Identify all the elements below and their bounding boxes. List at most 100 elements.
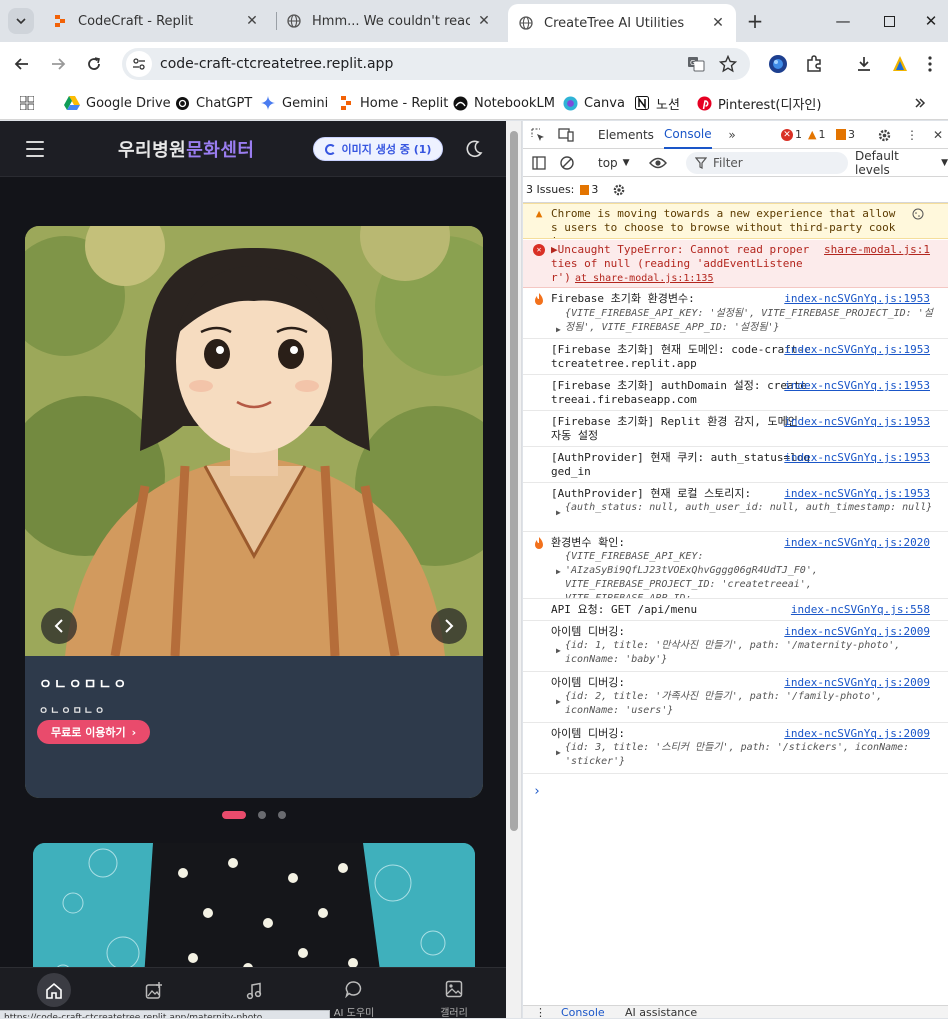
close-icon[interactable]: ✕: [244, 13, 260, 29]
source-link[interactable]: index-ncSVGnYq.js:558: [791, 603, 930, 617]
expand-caret-icon[interactable]: ▶: [556, 323, 561, 337]
bookmarks-overflow-icon[interactable]: [914, 92, 926, 114]
expand-caret-icon[interactable]: ▶: [556, 644, 561, 658]
drawer-tab-console[interactable]: Console: [561, 1006, 605, 1019]
carousel-dot[interactable]: [222, 811, 246, 819]
source-link[interactable]: index-ncSVGnYq.js:1953: [784, 343, 930, 357]
console-prompt[interactable]: ›: [533, 785, 541, 799]
tab-search-button[interactable]: [8, 8, 34, 34]
source-link[interactable]: index-ncSVGnYq.js:2009: [784, 625, 930, 639]
tab-codecraft[interactable]: CodeCraft - Replit ✕: [42, 4, 270, 38]
device-toolbar-icon[interactable]: [557, 126, 575, 144]
forward-button[interactable]: [44, 50, 72, 78]
settings-gear-icon[interactable]: [612, 183, 626, 197]
source-link[interactable]: index-ncSVGnYq.js:1953: [784, 379, 930, 393]
source-link[interactable]: index-ncSVGnYq.js:1953: [784, 415, 930, 429]
source-link[interactable]: index-ncSVGnYq.js:1953: [784, 487, 930, 501]
issues-bar[interactable]: 3 Issues: 3: [523, 177, 948, 203]
log-levels-dropdown[interactable]: Default levels ▼: [855, 149, 948, 177]
maximize-button[interactable]: [876, 8, 902, 34]
expand-caret-icon[interactable]: ▶: [556, 746, 561, 760]
arrow-right-icon: [52, 58, 66, 70]
hero-carousel-slide[interactable]: ㅇㄴㅇㅁㄴㅇ ㅇㄴㅇㅁㄴㅇ 무료로 이용하기 ›: [25, 226, 483, 798]
source-link[interactable]: index-ncSVGnYq.js:1953: [784, 292, 930, 306]
console-filter-input[interactable]: Filter: [686, 152, 848, 174]
source-link[interactable]: share-modal.js:1: [824, 243, 930, 257]
scrollbar-thumb[interactable]: [510, 131, 518, 831]
site-info-icon[interactable]: [126, 51, 152, 77]
extension-avatar-icon[interactable]: [766, 52, 790, 76]
console-object-preview[interactable]: {VITE_FIREBASE_API_KEY: 'AIzaSyBi9QfLJ23…: [565, 550, 935, 598]
sidebar-toggle-icon[interactable]: [530, 154, 548, 172]
new-tab-button[interactable]: +: [742, 8, 768, 34]
bookmark-replit[interactable]: Home - Replit: [338, 92, 448, 114]
back-button[interactable]: [8, 50, 36, 78]
close-window-button[interactable]: ✕: [918, 8, 944, 34]
close-icon[interactable]: ✕: [476, 13, 492, 29]
issue-count-badge[interactable]: 3: [836, 128, 855, 141]
translate-icon[interactable]: G: [684, 52, 708, 76]
carousel-next-button[interactable]: [431, 608, 467, 644]
source-link[interactable]: index-ncSVGnYq.js:2020: [784, 536, 930, 550]
source-link[interactable]: index-ncSVGnYq.js:2009: [784, 727, 930, 741]
carousel-prev-button[interactable]: [41, 608, 77, 644]
tab-elements[interactable]: Elements: [598, 121, 654, 149]
error-icon: ✕: [781, 128, 793, 141]
bookmark-pinterest[interactable]: Pinterest(디자인): [696, 92, 821, 114]
console-object-preview[interactable]: {id: 1, title: '만삭사진 만들기', path: '/mater…: [565, 639, 935, 667]
context-selector[interactable]: top ▼: [598, 149, 630, 177]
carousel-dot[interactable]: [258, 811, 266, 819]
profile-icon[interactable]: [888, 52, 912, 76]
error-count-badge[interactable]: ✕ 1: [781, 128, 802, 141]
dark-mode-toggle-icon[interactable]: [464, 139, 484, 159]
bookmark-google-drive[interactable]: Google Drive: [64, 92, 171, 114]
live-expression-eye-icon[interactable]: [649, 154, 667, 172]
tab-createtree[interactable]: CreateTree AI Utilities ✕: [508, 4, 736, 42]
page-scrollbar[interactable]: [506, 121, 522, 1018]
brand-title[interactable]: 우리병원문화센터: [118, 136, 255, 162]
console-object-preview[interactable]: {id: 2, title: '가족사진 만들기', path: '/famil…: [565, 690, 935, 718]
close-devtools-icon[interactable]: ✕: [929, 126, 947, 144]
close-icon[interactable]: ✕: [710, 15, 726, 31]
expand-caret-icon[interactable]: ▶: [556, 695, 561, 709]
extensions-icon[interactable]: [802, 52, 826, 76]
clear-console-icon[interactable]: [558, 154, 576, 172]
reload-button[interactable]: [80, 50, 108, 78]
console-object-preview[interactable]: {id: 3, title: '스티커 만들기', path: '/sticke…: [565, 741, 935, 769]
expand-caret-icon[interactable]: ▶: [556, 506, 561, 520]
cookie-icon[interactable]: [912, 208, 924, 220]
tab-console[interactable]: Console: [664, 121, 712, 149]
bookmark-notebooklm[interactable]: NotebookLM: [452, 92, 555, 114]
menu-icon[interactable]: [26, 141, 44, 157]
drawer-tab-ai-assistance[interactable]: AI assistance: [625, 1006, 697, 1019]
bookmark-star-icon[interactable]: [716, 52, 740, 76]
bookmark-notion[interactable]: 노션: [634, 92, 680, 114]
bookmark-canva[interactable]: Canva: [562, 92, 625, 114]
stack-frame-link[interactable]: at share-modal.js:1:135: [575, 272, 713, 286]
bookmark-label: 노션: [656, 97, 680, 113]
download-icon[interactable]: [852, 52, 876, 76]
devtools-menu-icon[interactable]: ⋮: [903, 126, 921, 144]
more-tabs-icon[interactable]: »: [723, 126, 741, 144]
free-use-button[interactable]: 무료로 이용하기 ›: [37, 720, 151, 744]
console-object-preview[interactable]: {VITE_FIREBASE_API_KEY: '설정됨', VITE_FIRE…: [565, 307, 935, 335]
generating-status-button[interactable]: 이미지 생성 중 (1): [313, 137, 443, 161]
apps-grid-icon[interactable]: [20, 92, 34, 114]
source-link[interactable]: index-ncSVGnYq.js:1953: [784, 451, 930, 465]
inspect-element-icon[interactable]: [529, 126, 547, 144]
address-bar[interactable]: code-craft-ctcreatetree.replit.app: [122, 48, 750, 80]
fire-icon: [532, 536, 546, 550]
more-menu-icon[interactable]: [918, 52, 942, 76]
carousel-dot[interactable]: [278, 811, 286, 819]
settings-gear-icon[interactable]: [875, 126, 893, 144]
tab-error-page[interactable]: Hmm... We couldn't reach this ✕: [276, 4, 502, 38]
drawer-menu-icon[interactable]: ⋮: [535, 1006, 546, 1019]
minimize-button[interactable]: —: [830, 8, 856, 34]
source-link[interactable]: index-ncSVGnYq.js:2009: [784, 676, 930, 690]
expand-caret-icon[interactable]: ▶: [556, 565, 561, 579]
nav-gallery[interactable]: 갤러리: [404, 968, 504, 1018]
bookmark-gemini[interactable]: Gemini: [260, 92, 328, 114]
console-object-preview[interactable]: {auth_status: null, auth_user_id: null, …: [565, 501, 935, 515]
warning-count-badge[interactable]: ▲ 1: [808, 128, 825, 141]
bookmark-chatgpt[interactable]: ChatGPT: [174, 92, 252, 114]
